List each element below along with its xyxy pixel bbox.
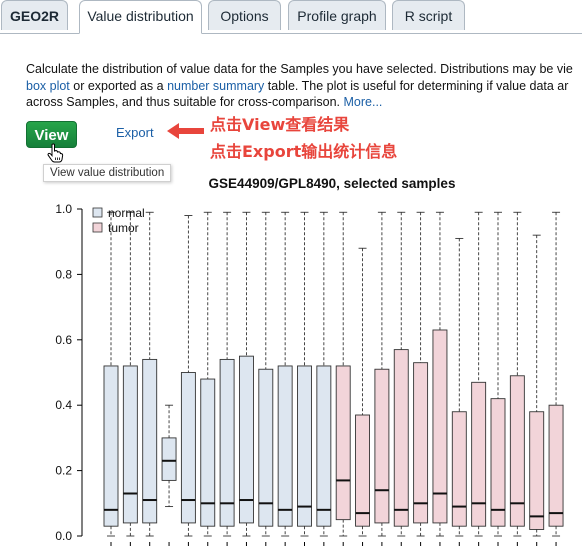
tab-profile-graph[interactable]: Profile graph	[288, 0, 386, 30]
y-tick-label: 0.6	[55, 333, 72, 347]
box-normal	[103, 365, 119, 527]
box-normal	[316, 365, 332, 527]
box-tumor	[355, 414, 370, 527]
legend-swatch-normal	[92, 207, 103, 218]
box-tumor	[335, 365, 351, 521]
tab-options[interactable]: Options	[208, 0, 281, 30]
box-normal	[122, 365, 138, 524]
y-tick-label: 0.2	[55, 464, 72, 478]
box-normal	[219, 358, 235, 527]
box-tumor	[374, 368, 390, 524]
chart-title: GSE44909/GPL8490, selected samples	[208, 176, 456, 191]
hand-cursor-icon	[47, 143, 64, 163]
y-tick-label: 0.4	[55, 398, 72, 412]
annotation-export: 点击Export输出统计信息	[210, 142, 398, 161]
tab-bar: GEO2R Value distribution Options Profile…	[0, 0, 582, 34]
box-plot-link[interactable]: box plot	[26, 79, 70, 93]
box-normal	[161, 437, 177, 481]
boxplot-chart: 0.0 0.2 0.4 0.6 0.8 1.0 normaltumor	[55, 202, 564, 546]
legend-label-normal: normal	[108, 206, 145, 220]
description-line-1: Calculate the distribution of value data…	[26, 62, 573, 76]
y-tick-label: 0.0	[55, 529, 72, 543]
y-tick-label: 1.0	[55, 202, 72, 216]
legend-swatch-tumor	[92, 222, 103, 233]
arrow-left-icon	[167, 123, 204, 139]
box-tumor	[490, 398, 506, 527]
annotation-view: 点击View查看结果	[210, 115, 350, 134]
box-tumor	[548, 404, 564, 527]
export-link[interactable]: Export	[116, 125, 154, 140]
box-normal	[238, 355, 254, 524]
tab-r-script[interactable]: R script	[392, 0, 465, 30]
legend-label-tumor: tumor	[108, 221, 139, 235]
description-line-3: across Samples, and thus suitable for cr…	[26, 94, 582, 111]
box-normal	[297, 365, 312, 527]
description-line-3-text: across Samples, and thus suitable for cr…	[26, 95, 344, 109]
description-line-2-mid: or exported as a	[69, 78, 168, 93]
box-tumor	[529, 411, 545, 530]
box-tumor	[471, 381, 487, 527]
box-tumor	[451, 411, 467, 527]
tab-geo2r[interactable]: GEO2R	[1, 0, 68, 30]
more-link[interactable]: More...	[344, 95, 383, 109]
box-tumor	[413, 362, 429, 524]
box-normal	[277, 365, 293, 527]
number-summary-link[interactable]: number summary	[167, 79, 264, 93]
y-tick-label: 0.8	[55, 267, 72, 281]
box-normal	[142, 358, 158, 524]
description-line-2-end: table. The plot is useful for determinin…	[264, 78, 569, 93]
description-line-2: box plot or exported as a number summary…	[26, 78, 582, 95]
box-tumor	[393, 349, 409, 527]
tab-value-distribution[interactable]: Value distribution	[79, 0, 202, 34]
description-text: Calculate the distribution of value data…	[26, 61, 582, 111]
